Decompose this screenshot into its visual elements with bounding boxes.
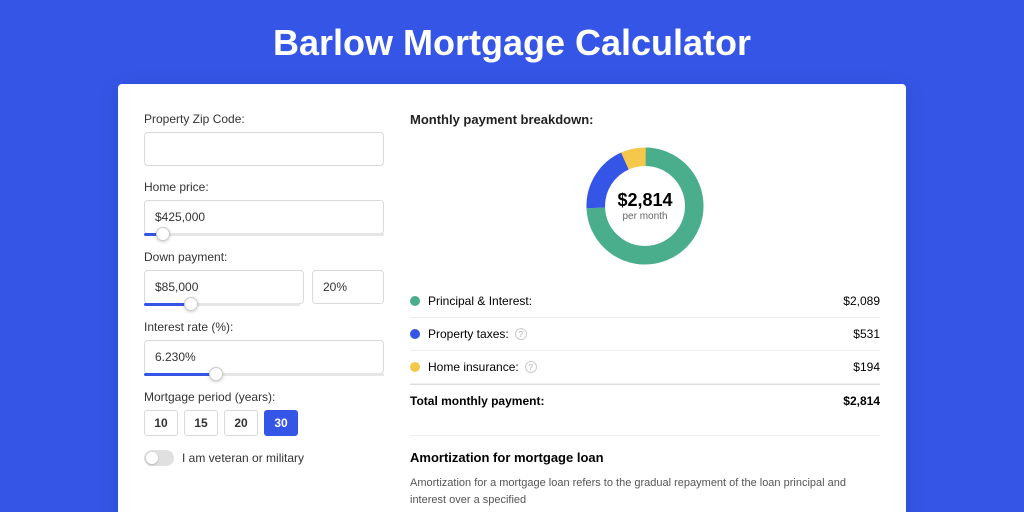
legend-row-insurance: Home insurance:? $194 <box>410 351 880 384</box>
form-column: Property Zip Code: Home price: Down paym… <box>144 112 384 508</box>
period-buttons: 10 15 20 30 <box>144 410 384 436</box>
legend-row-principal: Principal & Interest: $2,089 <box>410 285 880 318</box>
legend-total-row: Total monthly payment: $2,814 <box>410 384 880 417</box>
veteran-toggle[interactable] <box>144 450 174 466</box>
interest-input[interactable] <box>144 340 384 374</box>
breakdown-title: Monthly payment breakdown: <box>410 112 880 127</box>
calculator-card: Property Zip Code: Home price: Down paym… <box>118 84 906 512</box>
legend: Principal & Interest: $2,089 Property ta… <box>410 285 880 417</box>
zip-label: Property Zip Code: <box>144 112 384 126</box>
legend-amount: $531 <box>853 327 880 341</box>
donut-center: $2,814 per month <box>606 167 684 245</box>
legend-amount: $194 <box>853 360 880 374</box>
legend-name: Property taxes:? <box>428 327 853 341</box>
interest-field: Interest rate (%): <box>144 320 384 376</box>
down-payment-slider[interactable] <box>144 303 300 306</box>
zip-field: Property Zip Code: <box>144 112 384 166</box>
dot-icon <box>410 362 420 372</box>
period-btn-20[interactable]: 20 <box>224 410 258 436</box>
amortization-section: Amortization for mortgage loan Amortizat… <box>410 435 880 508</box>
home-price-field: Home price: <box>144 180 384 236</box>
period-label: Mortgage period (years): <box>144 390 384 404</box>
interest-label: Interest rate (%): <box>144 320 384 334</box>
home-price-label: Home price: <box>144 180 384 194</box>
donut-value: $2,814 <box>617 190 672 211</box>
period-btn-30[interactable]: 30 <box>264 410 298 436</box>
donut-chart-wrap: $2,814 per month <box>410 141 880 271</box>
period-btn-15[interactable]: 15 <box>184 410 218 436</box>
legend-name: Principal & Interest: <box>428 294 843 308</box>
donut-chart: $2,814 per month <box>580 141 710 271</box>
period-field: Mortgage period (years): 10 15 20 30 <box>144 390 384 436</box>
down-payment-input[interactable] <box>144 270 304 304</box>
amortization-title: Amortization for mortgage loan <box>410 450 880 465</box>
total-label: Total monthly payment: <box>410 394 843 408</box>
donut-sub: per month <box>622 211 667 222</box>
legend-amount: $2,089 <box>843 294 880 308</box>
breakdown-column: Monthly payment breakdown: $2,814 per mo… <box>410 112 880 508</box>
info-icon[interactable]: ? <box>525 361 537 373</box>
home-price-input[interactable] <box>144 200 384 234</box>
down-payment-pct-input[interactable] <box>312 270 384 304</box>
down-payment-field: Down payment: <box>144 250 384 306</box>
veteran-label: I am veteran or military <box>182 451 304 465</box>
dot-icon <box>410 296 420 306</box>
zip-input[interactable] <box>144 132 384 166</box>
page-title: Barlow Mortgage Calculator <box>0 0 1024 84</box>
period-btn-10[interactable]: 10 <box>144 410 178 436</box>
total-amount: $2,814 <box>843 394 880 408</box>
dot-icon <box>410 329 420 339</box>
home-price-slider[interactable] <box>144 233 384 236</box>
interest-slider[interactable] <box>144 373 384 376</box>
veteran-row: I am veteran or military <box>144 450 384 466</box>
down-payment-label: Down payment: <box>144 250 384 264</box>
legend-name: Home insurance:? <box>428 360 853 374</box>
info-icon[interactable]: ? <box>515 328 527 340</box>
amortization-text: Amortization for a mortgage loan refers … <box>410 475 880 508</box>
legend-row-taxes: Property taxes:? $531 <box>410 318 880 351</box>
